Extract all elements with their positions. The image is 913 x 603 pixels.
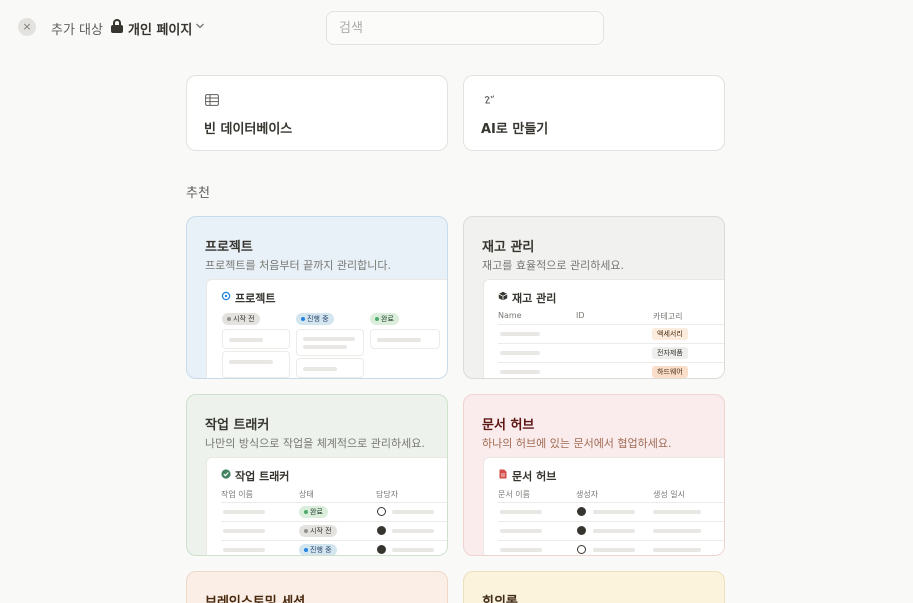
column-header: ID	[576, 311, 585, 320]
template-description: 나만의 방식으로 작업을 체계적으로 관리하세요.	[205, 437, 425, 450]
template-card-brainstorm[interactable]: 브레인스토밍 세션	[186, 571, 448, 603]
status-pill: 완료	[370, 313, 399, 325]
template-card-inventory[interactable]: 재고 관리 재고를 효율적으로 관리하세요. 재고 관리 Name ID 카테고…	[463, 216, 725, 379]
template-title: 문서 허브	[482, 418, 535, 433]
template-description: 프로젝트를 처음부터 끝까지 관리합니다.	[205, 259, 392, 272]
status-pill: 진행 중	[299, 544, 337, 555]
template-title: 작업 트래커	[205, 418, 270, 433]
template-preview: 문서 허브 문서 이름 생성자 생성 일시	[483, 457, 724, 555]
column-header: 상태	[299, 490, 314, 499]
create-with-ai-label: AI로 만들기	[481, 122, 549, 137]
avatar	[577, 507, 586, 516]
template-title: 재고 관리	[482, 240, 535, 255]
kanban-card	[296, 329, 364, 356]
template-title: 프로젝트	[205, 240, 253, 255]
box-icon	[498, 291, 508, 301]
template-description: 하나의 허브에 있는 문서에서 협업하세요.	[482, 437, 672, 450]
column-header: Name	[498, 311, 522, 320]
kanban-card	[222, 329, 290, 349]
lock-icon	[111, 19, 123, 33]
check-circle-icon	[221, 469, 231, 479]
template-card-meeting-notes[interactable]: 회의록	[463, 571, 725, 603]
column-header: 작업 이름	[221, 490, 253, 499]
template-description: 재고를 효율적으로 관리하세요.	[482, 259, 625, 272]
preview-title: 재고 관리	[498, 290, 556, 306]
table-icon	[205, 94, 219, 106]
avatar	[377, 507, 386, 516]
empty-database-card[interactable]: 빈 데이터베이스	[186, 75, 448, 151]
avatar	[577, 545, 586, 554]
avatar	[377, 526, 386, 535]
preview-title: 문서 허브	[498, 468, 556, 484]
column-header: 문서 이름	[498, 490, 530, 499]
column-header: 담당자	[376, 490, 399, 499]
target-page-selector[interactable]: 개인 페이지	[128, 19, 192, 38]
kanban-card	[296, 358, 364, 378]
avatar	[377, 545, 386, 554]
status-pill: 진행 중	[296, 313, 334, 325]
template-title: 회의록	[482, 595, 518, 603]
avatar	[577, 526, 586, 535]
search-input[interactable]	[326, 11, 604, 45]
close-button[interactable]: ×	[18, 18, 36, 36]
kanban-card	[222, 351, 290, 378]
empty-database-label: 빈 데이터베이스	[204, 122, 293, 137]
template-preview: 재고 관리 Name ID 카테고리 액세서리 전자제품 하드웨어	[483, 279, 724, 378]
template-card-project[interactable]: 프로젝트 프로젝트를 처음부터 끝까지 관리합니다. 프로젝트 시작 전 진행 …	[186, 216, 448, 379]
chevron-down-icon[interactable]	[195, 21, 205, 31]
status-pill: 완료	[299, 506, 328, 518]
column-header: 생성자	[576, 490, 599, 499]
status-pill: 시작 전	[222, 313, 260, 325]
create-with-ai-card[interactable]: AI로 만들기	[463, 75, 725, 151]
kanban-card	[370, 329, 440, 349]
top-bar: × 추가 대상 개인 페이지	[0, 0, 913, 56]
status-pill: 시작 전	[299, 525, 337, 537]
project-target-icon	[221, 291, 231, 301]
template-preview: 프로젝트 시작 전 진행 중 완료	[206, 279, 447, 378]
category-tag: 하드웨어	[652, 366, 688, 378]
template-title: 브레인스토밍 세션	[205, 595, 306, 603]
add-to-label: 추가 대상	[51, 23, 103, 38]
template-card-task-tracker[interactable]: 작업 트래커 나만의 방식으로 작업을 체계적으로 관리하세요. 작업 트래커 …	[186, 394, 448, 556]
document-icon	[499, 469, 507, 479]
ai-face-icon	[484, 95, 494, 104]
category-tag: 전자제품	[652, 347, 688, 359]
column-header: 카테고리	[653, 312, 683, 321]
column-header: 생성 일시	[653, 490, 685, 499]
template-preview: 작업 트래커 작업 이름 상태 담당자 완료 시작 전 진행 중	[206, 457, 447, 555]
section-recommended: 추천	[186, 186, 210, 201]
preview-title: 작업 트래커	[221, 468, 289, 484]
category-tag: 액세서리	[652, 328, 688, 340]
close-icon: ×	[22, 20, 32, 33]
template-card-docs-hub[interactable]: 문서 허브 하나의 허브에 있는 문서에서 협업하세요. 문서 허브 문서 이름…	[463, 394, 725, 556]
preview-title: 프로젝트	[221, 290, 275, 306]
